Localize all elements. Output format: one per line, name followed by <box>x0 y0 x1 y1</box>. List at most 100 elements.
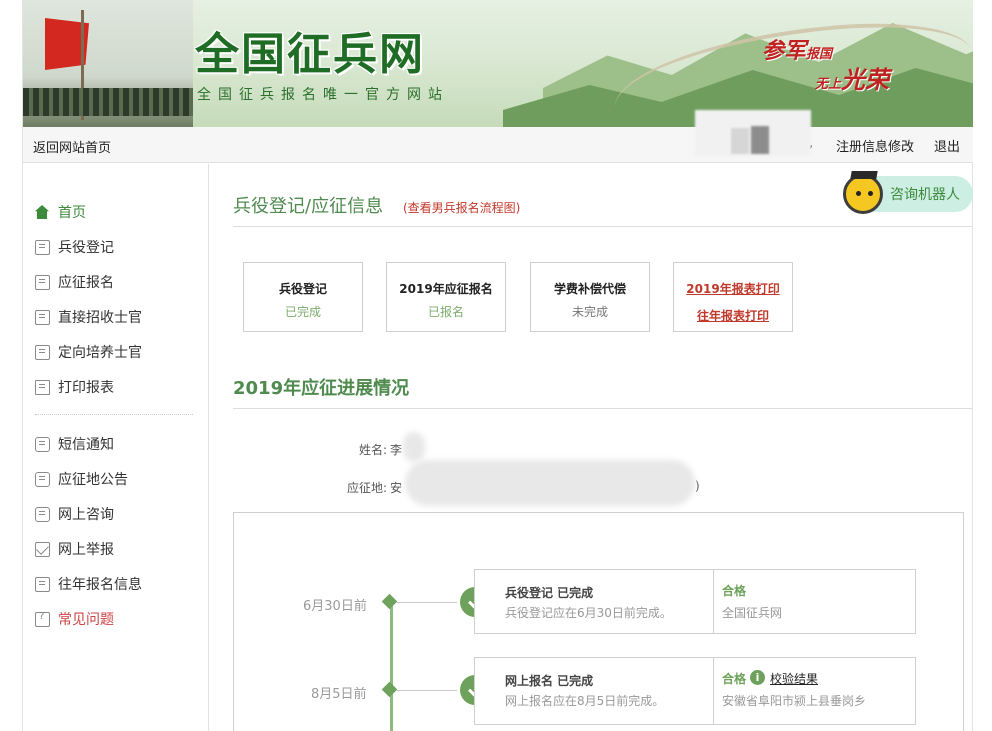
place-value: 安 <box>390 481 403 495</box>
id-card-icon <box>35 344 50 360</box>
sidebar-item-label: 首页 <box>58 205 86 221</box>
soldiers-image <box>23 0 193 127</box>
document-icon <box>35 239 50 255</box>
chat-icon <box>35 436 50 452</box>
sidebar-item-home[interactable]: 首页 <box>35 202 86 222</box>
card-title: 2019年应征报名 <box>399 282 493 296</box>
result-label: 合格 <box>722 584 747 598</box>
sidebar-item-announcements[interactable]: 应征地公告 <box>35 469 128 489</box>
sidebar-item-direct-nco[interactable]: 直接招收士官 <box>35 307 142 327</box>
card-status: 已完成 <box>284 305 321 319</box>
sidebar: 首页 兵役登记 应征报名 直接招收士官 定向培养士官 打印报表 短信通知 应征地… <box>23 164 209 731</box>
troops-art <box>23 88 193 116</box>
flow-chart-link[interactable]: (查看男兵报名流程图) <box>403 199 520 216</box>
step-title: 兵役登记 已完成 <box>505 586 594 600</box>
card-service-registration[interactable]: 兵役登记 已完成 <box>243 262 363 332</box>
timeline-connector <box>397 690 457 691</box>
top-bar: 返回网站首页 , 注册信息修改 退出 <box>23 127 973 163</box>
card-title: 兵役登记 <box>278 282 327 296</box>
mail-icon <box>35 541 50 557</box>
place-label: 应征地: <box>346 481 387 495</box>
step-title: 网上报名 已完成 <box>505 674 594 688</box>
timeline-date: 8月5日前 <box>311 687 367 702</box>
timeline-dot <box>381 593 398 610</box>
step-service-registration: 兵役登记 已完成 兵役登记应在6月30日前完成。 合格 全国征兵网 <box>474 569 916 634</box>
result-label: 合格 <box>722 672 747 686</box>
timeline-date: 6月30日前 <box>303 599 367 614</box>
edit-registration-link[interactable]: 注册信息修改 <box>836 136 914 155</box>
timeline-line <box>390 603 393 731</box>
title-divider <box>233 226 973 227</box>
chat-icon <box>35 506 50 522</box>
chat-icon <box>35 471 50 487</box>
sidebar-item-sms[interactable]: 短信通知 <box>35 434 114 454</box>
frame: 全国征兵网 全国征兵报名唯一官方网站 参军报国 无上光荣 返回网站首页 , 注册… <box>22 0 973 731</box>
sidebar-item-online-consult[interactable]: 网上咨询 <box>35 504 114 524</box>
logout-link[interactable]: 退出 <box>934 136 960 155</box>
step-online-signup: 网上报名 已完成 网上报名应在8月5日前完成。 合格 i 校验结果 安徽省阜阳市… <box>474 657 916 725</box>
sidebar-item-label: 应征报名 <box>58 275 114 291</box>
sidebar-item-label: 网上咨询 <box>58 507 114 523</box>
timeline-connector <box>397 602 457 603</box>
step-desc: 兵役登记应在6月30日前完成。 <box>505 606 672 620</box>
redacted-name <box>403 432 425 462</box>
card-status: 未完成 <box>571 305 608 319</box>
sidebar-item-label: 打印报表 <box>58 380 114 396</box>
verify-result-link[interactable]: 校验结果 <box>770 670 818 687</box>
redacted-place <box>405 460 695 506</box>
sidebar-item-past-info[interactable]: 往年报名信息 <box>35 574 142 594</box>
step-result: 合格 全国征兵网 <box>713 570 916 633</box>
result-source: 全国征兵网 <box>722 606 783 620</box>
info-icon: i <box>750 670 765 685</box>
sidebar-item-label: 短信通知 <box>58 437 114 453</box>
sidebar-item-service-registration[interactable]: 兵役登记 <box>35 237 114 257</box>
consult-robot-button[interactable]: 咨询机器人 <box>843 174 973 214</box>
step-result: 合格 i 校验结果 安徽省阜阳市颍上县垂岗乡 <box>713 658 916 724</box>
sidebar-item-label: 常见问题 <box>58 612 114 628</box>
sidebar-item-directed-nco[interactable]: 定向培养士官 <box>35 342 142 362</box>
question-icon <box>35 611 50 627</box>
sidebar-divider <box>35 414 193 415</box>
site-banner: 全国征兵网 全国征兵报名唯一官方网站 参军报国 无上光荣 <box>23 0 973 127</box>
progress-timeline: 6月30日前 兵役登记 已完成 兵役登记应在6月30日前完成。 合格 全国征兵网… <box>233 512 964 731</box>
result-location: 安徽省阜阳市颍上县垂岗乡 <box>722 694 867 708</box>
progress-title: 2019年应征进展情况 <box>233 378 410 399</box>
card-print-forms: 2019年报表打印 往年报表打印 <box>673 262 793 332</box>
card-status: 已报名 <box>427 305 464 319</box>
print-current-year-link[interactable]: 2019年报表打印 <box>674 280 792 297</box>
sidebar-item-label: 兵役登记 <box>58 240 114 256</box>
back-home-link[interactable]: 返回网站首页 <box>33 137 111 156</box>
redacted-username <box>695 110 811 156</box>
place-tail: ) <box>695 479 700 493</box>
robot-label: 咨询机器人 <box>890 187 960 203</box>
name-label: 姓名: <box>358 443 387 457</box>
robot-avatar-icon <box>843 174 883 214</box>
sidebar-item-label: 应征地公告 <box>58 472 128 488</box>
sidebar-item-faq[interactable]: 常见问题 <box>35 609 114 629</box>
card-enlistment-signup[interactable]: 2019年应征报名 已报名 <box>386 262 506 332</box>
step-desc: 网上报名应在8月5日前完成。 <box>505 694 665 708</box>
sidebar-item-print-forms[interactable]: 打印报表 <box>35 377 114 397</box>
progress-divider <box>233 408 973 409</box>
sidebar-item-label: 直接招收士官 <box>58 310 142 326</box>
sidebar-item-label: 网上举报 <box>58 542 114 558</box>
sidebar-item-enlistment-signup[interactable]: 应征报名 <box>35 272 114 292</box>
name-value: 李 <box>390 443 403 457</box>
page: 全国征兵网 全国征兵报名唯一官方网站 参军报国 无上光荣 返回网站首页 , 注册… <box>0 0 992 731</box>
main-content: 兵役登记/应征信息 (查看男兵报名流程图) 咨询机器人 兵役登记 已完成 201… <box>210 164 973 731</box>
sidebar-item-label: 定向培养士官 <box>58 345 142 361</box>
printer-icon <box>35 379 50 395</box>
page-title: 兵役登记/应征信息 <box>233 196 384 217</box>
id-card-icon <box>35 309 50 325</box>
site-logo-subtitle: 全国征兵报名唯一官方网站 <box>197 87 449 103</box>
print-past-years-link[interactable]: 往年报表打印 <box>674 307 792 324</box>
sidebar-item-report[interactable]: 网上举报 <box>35 539 114 559</box>
history-icon <box>35 576 50 592</box>
slogan-line-2: 无上光荣 <box>815 65 890 94</box>
home-icon <box>35 205 49 219</box>
document-icon <box>35 274 50 290</box>
card-title: 学费补偿代偿 <box>553 282 626 296</box>
site-logo-title: 全国征兵网 <box>195 29 425 80</box>
sidebar-item-label: 往年报名信息 <box>58 577 142 593</box>
card-tuition-compensation[interactable]: 学费补偿代偿 未完成 <box>530 262 650 332</box>
